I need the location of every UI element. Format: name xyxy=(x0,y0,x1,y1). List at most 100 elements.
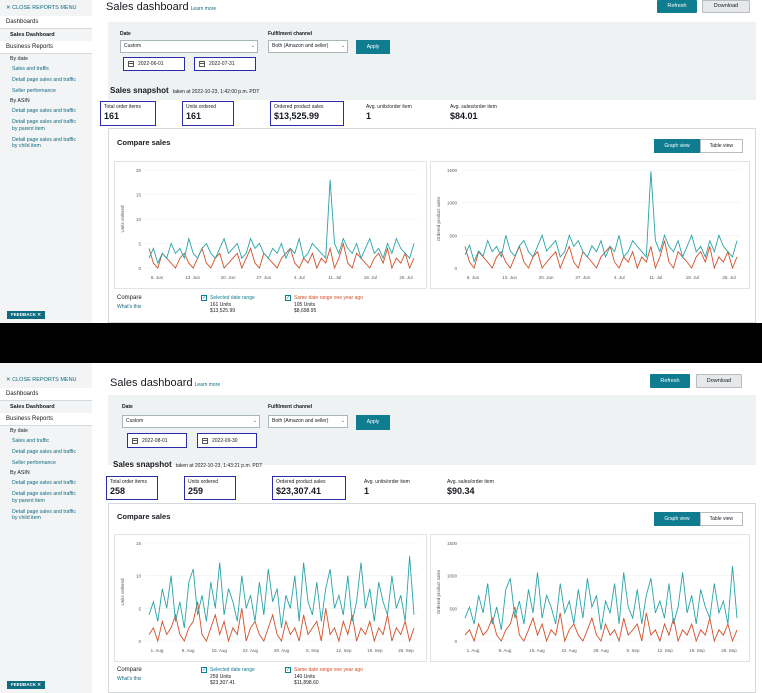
compare-sales-panel: Compare sales Graph view Table view 15 10… xyxy=(108,503,756,693)
channel-select[interactable]: Both (Amazon and seller) ⌄ xyxy=(268,415,348,428)
compare-legend: Compare What's this xyxy=(117,295,142,310)
date-select[interactable]: Custom ⌄ xyxy=(120,40,258,53)
channel-label: Fulfilment channel xyxy=(268,404,313,410)
sidebar-dashboards[interactable]: Dashboards xyxy=(0,16,92,29)
checkbox-icon[interactable]: ✓ xyxy=(285,295,291,301)
y-tick-label: 5 xyxy=(138,242,141,247)
metric-value: 258 xyxy=(110,486,126,496)
date-select-value: Custom xyxy=(124,43,142,49)
metric-units-ordered: Units ordered 161 xyxy=(182,101,234,126)
download-button[interactable]: Download xyxy=(702,0,750,13)
sidebar-by-date: By date xyxy=(10,428,28,434)
legend-selected-range[interactable]: ✓ Selected date range 161 Units $13,525.99 xyxy=(201,295,255,315)
download-button[interactable]: Download xyxy=(696,374,742,388)
sidebar-item-detail-page-asin[interactable]: Detail page sales and traffic xyxy=(0,478,92,489)
x-tick-label: 18. Jul xyxy=(364,275,377,280)
chevron-down-icon: ⌄ xyxy=(252,418,257,424)
sidebar-item-detail-page[interactable]: Detail page sales and traffic xyxy=(0,75,92,86)
line-chart-svg: 1500 1000 500 0 1. Aug 8. Aug 15. Aug 22. Aug 29… xyxy=(436,541,741,653)
start-date-input[interactable]: 2022-08-01 xyxy=(127,433,187,448)
x-tick-label: 25. Jul xyxy=(722,275,735,280)
sidebar-business-reports[interactable]: Business Reports xyxy=(0,413,92,426)
close-reports-menu[interactable]: ✕ CLOSE REPORTS MENU xyxy=(0,363,92,388)
chevron-down-icon: ⌄ xyxy=(250,43,255,49)
sidebar-business-reports[interactable]: Business Reports xyxy=(0,41,92,54)
compare-sales-title: Compare sales xyxy=(117,512,171,521)
product-sales-chart: 1500 1000 500 0 6. Jun 13. Jun 20. Jun 27. Jun 4… xyxy=(430,161,750,289)
graph-view-button[interactable]: Graph view xyxy=(654,139,700,153)
checkbox-icon[interactable]: ✓ xyxy=(201,295,207,301)
sidebar-item-detail-child[interactable]: Detail page sales and traffic by child i… xyxy=(0,507,92,525)
x-tick-label: 11. Jul xyxy=(649,275,662,280)
learn-more-link[interactable]: Learn more xyxy=(191,6,217,12)
x-tick-label: 6. Jun xyxy=(467,275,480,280)
table-view-button[interactable]: Table view xyxy=(699,139,743,153)
sidebar-item-sales-dashboard[interactable]: Sales Dashboard xyxy=(0,29,92,41)
checkbox-icon[interactable]: ✓ xyxy=(201,667,207,673)
line-chart-svg: 1500 1000 500 0 6. Jun 13. Jun 20. Jun 27. Jun 4… xyxy=(436,168,741,280)
apply-button[interactable]: Apply xyxy=(356,415,390,430)
x-tick-label: 1. Aug xyxy=(151,648,164,653)
whats-this-link[interactable]: What's this xyxy=(117,676,142,682)
metric-value: $90.34 xyxy=(447,486,475,496)
refresh-button[interactable]: Refresh xyxy=(650,374,690,388)
metric-value: 161 xyxy=(104,111,120,121)
calendar-icon xyxy=(202,437,208,444)
graph-view-button[interactable]: Graph view xyxy=(654,512,700,526)
apply-button[interactable]: Apply xyxy=(356,40,390,54)
line-chart-svg: 20 15 10 5 0 6. Jun 13. Jun 20. Jun 27. Jun 4. Ju… xyxy=(120,168,418,280)
x-tick-label: 20. Jun xyxy=(221,275,236,280)
metric-value: 1 xyxy=(366,111,372,121)
sidebar-item-sales-and-traffic[interactable]: Sales and traffic xyxy=(0,64,92,75)
legend-previous-range[interactable]: ✓ Same date range one year ago 140 Units $1… xyxy=(285,667,363,687)
snapshot-time: taken at 2022-10-23, 1:42:00 p.m. PDT xyxy=(172,89,260,95)
calendar-icon xyxy=(128,61,134,67)
sidebar-item-seller-performance[interactable]: Seller performance xyxy=(0,458,92,469)
sidebar-dashboards[interactable]: Dashboards xyxy=(0,388,92,401)
sidebar-item-sales-dashboard[interactable]: Sales Dashboard xyxy=(0,401,92,413)
channel-select[interactable]: Both (Amazon and seller) ⌄ xyxy=(268,40,348,53)
close-reports-menu[interactable]: ✕ CLOSE REPORTS MENU xyxy=(0,0,92,16)
x-tick-label: 26. Sep xyxy=(721,648,737,653)
start-date-input[interactable]: 2022-06-01 xyxy=(123,57,185,71)
feedback-button[interactable]: FEEDBACK ✕ xyxy=(7,681,46,689)
x-tick-label: 22. Aug xyxy=(243,648,259,653)
sidebar-item-detail-child[interactable]: Detail page sales and traffic by child i… xyxy=(0,135,92,153)
legend-previous-range[interactable]: ✓ Same date range one year ago 105 Units $8… xyxy=(285,295,363,315)
legend-selected-range[interactable]: ✓ Selected date range 259 Units $23,307.41 xyxy=(201,667,255,687)
checkbox-icon[interactable]: ✓ xyxy=(285,667,291,673)
sidebar-item-detail-page-asin[interactable]: Detail page sales and traffic xyxy=(0,106,92,117)
metric-value: 161 xyxy=(186,111,202,121)
learn-more-link[interactable]: Learn more xyxy=(195,382,221,388)
end-date-input[interactable]: 2022-09-30 xyxy=(197,433,257,448)
view-toggle: Graph view Table view xyxy=(654,139,743,153)
whats-this-link[interactable]: What's this xyxy=(117,304,142,310)
feedback-button[interactable]: FEEDBACK ✕ xyxy=(7,311,46,319)
x-tick-label: 19. Sep xyxy=(689,648,705,653)
sidebar-item-detail-parent[interactable]: Detail page sales and traffic by parent … xyxy=(0,489,92,507)
y-tick-label: 0 xyxy=(454,639,457,644)
channel-select-value: Both (Amazon and seller) xyxy=(272,418,329,424)
refresh-button[interactable]: Refresh xyxy=(657,0,697,13)
y-tick-label: 20 xyxy=(136,168,142,173)
sidebar-item-sales-and-traffic[interactable]: Sales and traffic xyxy=(0,436,92,447)
main-content: Sales dashboard Learn more Refresh Downlo… xyxy=(100,363,762,693)
y-tick-label: 0 xyxy=(138,266,141,271)
y-tick-label: 5 xyxy=(138,606,141,611)
sidebar-item-detail-page[interactable]: Detail page sales and traffic xyxy=(0,447,92,458)
compare-legend: Compare What's this xyxy=(117,667,142,682)
calendar-icon xyxy=(199,61,205,67)
metric-total-order-items: Total order items 161 xyxy=(100,101,156,126)
sidebar-item-seller-performance[interactable]: Seller performance xyxy=(0,86,92,97)
x-tick-label: 1. Aug xyxy=(467,648,480,653)
metric-value: $23,307.41 xyxy=(276,486,322,496)
metric-avg-sales: Avg. sales/order item $84.01 xyxy=(450,104,497,121)
y-axis-label: Ordered product sales xyxy=(436,569,441,614)
x-tick-label: 12. Sep xyxy=(657,648,673,653)
date-select[interactable]: Custom ⌄ xyxy=(122,415,260,428)
page-title: Sales dashboard Learn more xyxy=(106,1,217,13)
end-date-input[interactable]: 2022-07-31 xyxy=(194,57,256,71)
sidebar-item-detail-parent[interactable]: Detail page sales and traffic by parent … xyxy=(0,117,92,135)
table-view-button[interactable]: Table view xyxy=(699,512,743,526)
legend-title: Compare xyxy=(117,667,142,673)
